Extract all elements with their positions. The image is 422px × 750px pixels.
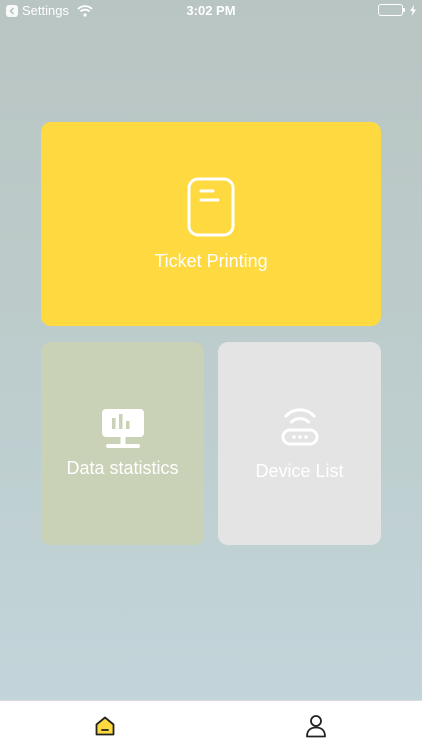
data-statistics-label: Data statistics: [66, 458, 179, 478]
charging-bolt-icon: [410, 4, 416, 16]
receipt-icon: [187, 177, 235, 236]
status-time: 3:02 PM: [186, 3, 236, 18]
person-icon: [306, 715, 326, 738]
status-right: [378, 4, 416, 16]
battery-icon: [378, 4, 405, 16]
ticket-printing-tile[interactable]: Ticket Printing: [41, 122, 381, 326]
status-bar: Settings 3:02 PM: [0, 0, 422, 22]
tab-profile[interactable]: [303, 713, 329, 739]
tab-home[interactable]: [92, 713, 118, 739]
monitor-chart-icon: [101, 409, 144, 448]
device-list-label: Device List: [255, 461, 344, 481]
data-statistics-tile[interactable]: Data statistics: [41, 342, 204, 545]
home-icon: [95, 716, 115, 736]
device-list-tile[interactable]: Device List: [218, 342, 381, 545]
router-icon: [281, 408, 318, 446]
tab-bar: [0, 700, 422, 750]
ticket-printing-label: Ticket Printing: [154, 250, 268, 271]
